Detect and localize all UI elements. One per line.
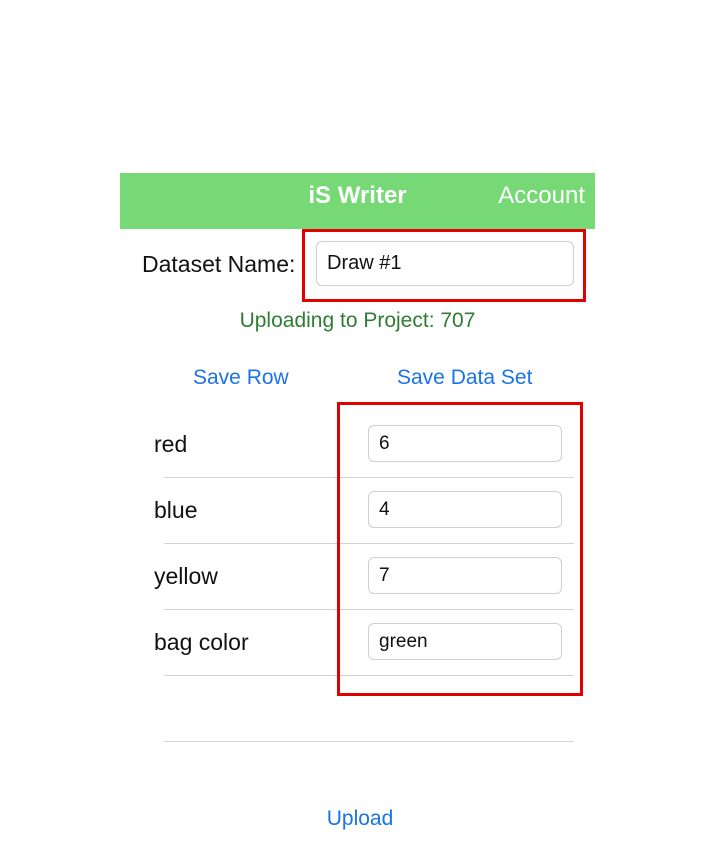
table-row: blue [154, 477, 574, 544]
row-value-input[interactable] [368, 425, 562, 462]
row-label: bag color [154, 629, 249, 655]
dataset-name-label: Dataset Name: [142, 251, 296, 277]
table-row: red [154, 411, 574, 478]
table-row: yellow [154, 543, 574, 610]
account-button[interactable]: Account [498, 173, 585, 219]
row-value-input[interactable] [368, 623, 562, 660]
table-row: bag color [154, 609, 574, 676]
upload-button[interactable]: Upload [0, 804, 720, 834]
save-row-button[interactable]: Save Row [193, 363, 289, 393]
row-value-input[interactable] [368, 557, 562, 594]
navigation-bar: iS Writer Account [120, 173, 595, 229]
row-label: yellow [154, 563, 218, 589]
save-data-set-button[interactable]: Save Data Set [397, 363, 532, 393]
row-label: blue [154, 497, 198, 523]
dataset-name-input[interactable] [316, 241, 574, 286]
row-label: red [154, 431, 188, 457]
empty-row-divider [164, 676, 574, 742]
row-value-input[interactable] [368, 491, 562, 528]
upload-project-status: Uploading to Project: 707 [239, 309, 476, 332]
